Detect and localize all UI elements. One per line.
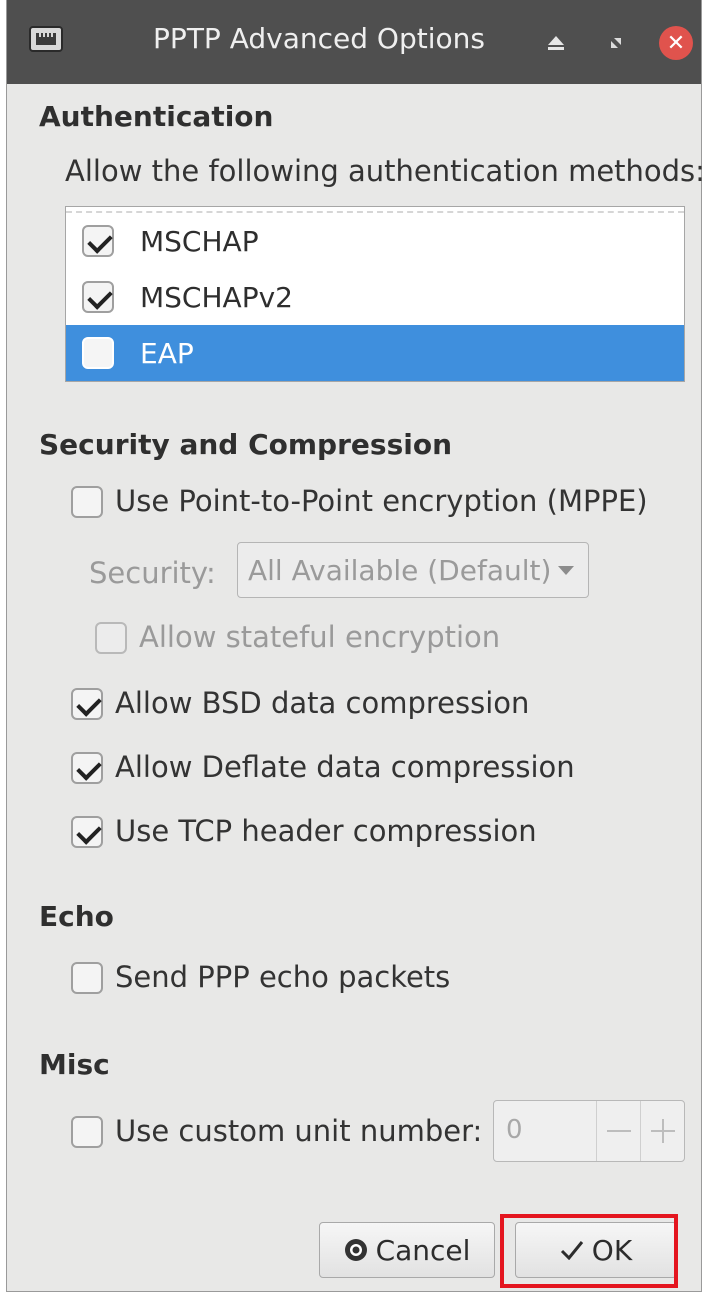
ppp-echo-checkbox[interactable] [71,962,103,994]
ok-button-highlight [500,1214,678,1288]
deflate-compression-checkbox[interactable] [71,752,103,784]
unit-number-spinbox[interactable]: 0 [493,1100,685,1162]
bsd-compression-label[interactable]: Allow BSD data compression [115,686,529,720]
security-compression-heading: Security and Compression [39,428,452,461]
auth-methods-description: Allow the following authentication metho… [65,154,704,188]
authentication-heading: Authentication [39,100,274,133]
cancel-button-label: Cancel [375,1233,471,1267]
security-dropdown[interactable]: All Available (Default) [237,542,589,598]
security-dropdown-value: All Available (Default) [248,554,552,587]
chevron-down-icon [558,566,574,575]
pptp-advanced-options-dialog: PPTP Advanced Options ✕ Authentication A… [6,0,704,1292]
stateful-encryption-checkbox[interactable] [95,622,127,654]
restore-icon[interactable] [599,26,633,60]
unit-number-value[interactable]: 0 [506,1115,523,1145]
security-label: Security: [89,556,216,590]
mppe-checkbox[interactable] [71,486,103,518]
misc-heading: Misc [39,1048,110,1081]
cancel-icon [344,1239,367,1261]
auth-method-row-eap[interactable]: EAP [66,325,684,381]
echo-heading: Echo [39,900,114,933]
auth-method-row-mschap[interactable]: MSCHAP [66,213,684,269]
mschapv2-checkbox[interactable] [82,281,114,313]
mschap-checkbox[interactable] [82,225,114,257]
ppp-echo-label[interactable]: Send PPP echo packets [115,960,450,994]
auth-method-row-mschapv2[interactable]: MSCHAPv2 [66,269,684,325]
auth-method-label: MSCHAPv2 [140,281,293,314]
eject-icon[interactable] [539,26,573,60]
auth-methods-list[interactable]: MSCHAP MSCHAPv2 EAP [65,206,685,382]
tcp-header-compression-label[interactable]: Use TCP header compression [115,814,537,848]
eap-checkbox[interactable] [82,337,114,369]
custom-unit-label[interactable]: Use custom unit number: [115,1114,482,1148]
deflate-compression-label[interactable]: Allow Deflate data compression [115,750,575,784]
auth-method-label: EAP [140,337,194,370]
close-icon[interactable]: ✕ [659,26,693,60]
tcp-header-compression-checkbox[interactable] [71,816,103,848]
cancel-button[interactable]: Cancel [319,1222,495,1278]
plus-icon[interactable] [640,1101,684,1161]
window-title: PPTP Advanced Options [153,22,485,55]
stateful-encryption-label[interactable]: Allow stateful encryption [139,620,500,654]
bsd-compression-checkbox[interactable] [71,688,103,720]
minus-icon[interactable] [596,1101,640,1161]
title-bar[interactable]: PPTP Advanced Options ✕ [7,0,701,84]
custom-unit-checkbox[interactable] [71,1116,103,1148]
auth-method-label: MSCHAP [140,225,259,258]
mppe-label[interactable]: Use Point-to-Point encryption (MPPE) [115,484,648,518]
